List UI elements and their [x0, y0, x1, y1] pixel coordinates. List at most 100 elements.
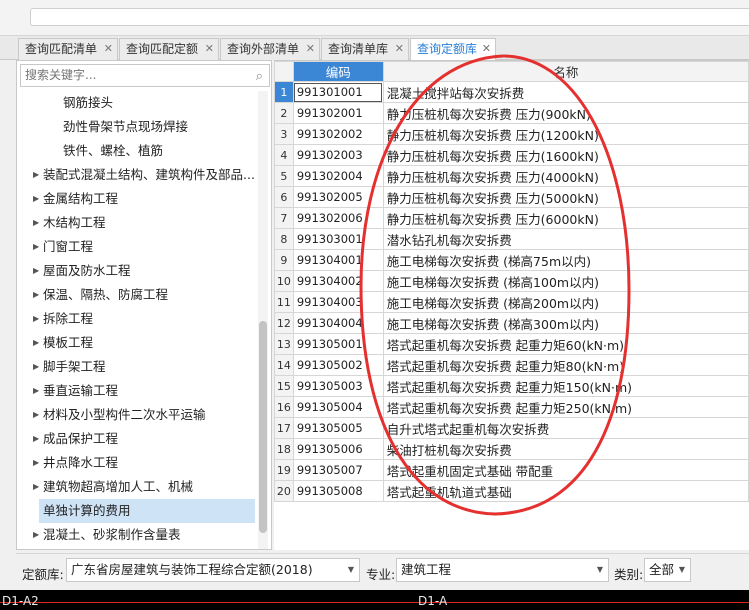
code-cell[interactable]: 991305006 [292, 438, 384, 460]
tree-node[interactable]: ▶ 保温、隔热、防腐工程 [17, 283, 257, 307]
name-cell[interactable]: 塔式起重机每次安拆费 起重力矩80(kN·m) [382, 354, 749, 376]
code-cell[interactable]: 991305002 [292, 354, 384, 376]
close-icon[interactable]: ✕ [104, 39, 113, 59]
name-cell[interactable]: 塔式起重机轨道式基础 [382, 480, 749, 502]
code-cell[interactable]: 991302001 [292, 102, 384, 124]
table-row[interactable]: 14 991305002 塔式起重机每次安拆费 起重力矩80(kN·m) [274, 354, 749, 376]
name-cell[interactable]: 静力压桩机每次安拆费 压力(900kN) [382, 102, 749, 124]
table-row[interactable]: 19 991305007 塔式起重机固定式基础 带配重 [274, 459, 749, 481]
expand-arrow-icon[interactable]: ▶ [33, 523, 39, 547]
tree-node[interactable]: ▶ 装配式混凝土结构、建筑构件及部品... [17, 163, 257, 187]
expand-arrow-icon[interactable]: ▶ [33, 427, 39, 451]
row-number-cell[interactable]: 5 [274, 165, 294, 187]
tree-node[interactable]: ▶ 成品保护工程 [17, 427, 257, 451]
name-cell[interactable]: 柴油打桩机每次安拆费 [382, 438, 749, 460]
expand-arrow-icon[interactable]: ▶ [33, 331, 39, 355]
code-cell[interactable]: 991302006 [292, 207, 384, 229]
code-cell[interactable]: 991305008 [292, 480, 384, 502]
code-cell[interactable]: 991303001 [292, 228, 384, 250]
code-cell[interactable]: 991302002 [292, 123, 384, 145]
row-number-cell[interactable]: 4 [274, 144, 294, 166]
name-cell[interactable]: 静力压桩机每次安拆费 压力(1600kN) [382, 144, 749, 166]
major-select[interactable]: 建筑工程 ▼ [396, 558, 609, 582]
tree-node[interactable]: ▶ 屋面及防水工程 [17, 259, 257, 283]
name-cell[interactable]: 静力压桩机每次安拆费 压力(5000kN) [382, 186, 749, 208]
code-cell[interactable]: 991304003 [292, 291, 384, 313]
table-row[interactable]: 17 991305005 自升式塔式起重机每次安拆费 [274, 417, 749, 439]
search-icon[interactable]: ⌕ [256, 66, 263, 87]
row-number-cell[interactable]: 7 [274, 207, 294, 229]
close-icon[interactable]: ✕ [306, 39, 315, 59]
table-row[interactable]: 2 991302001 静力压桩机每次安拆费 压力(900kN) [274, 102, 749, 124]
table-row[interactable]: 6 991302005 静力压桩机每次安拆费 压力(5000kN) [274, 186, 749, 208]
row-number-header[interactable] [274, 61, 294, 82]
tab-query-list-library[interactable]: 查询清单库 ✕ [321, 38, 409, 60]
expand-arrow-icon[interactable]: ▶ [33, 187, 39, 211]
table-row[interactable]: 11 991304003 施工电梯每次安拆费 (梯高200m以内) [274, 291, 749, 313]
row-number-cell[interactable]: 18 [274, 438, 294, 460]
name-cell[interactable]: 塔式起重机每次安拆费 起重力矩250(kN·m) [382, 396, 749, 418]
table-row[interactable]: 5 991302004 静力压桩机每次安拆费 压力(4000kN) [274, 165, 749, 187]
row-number-cell[interactable]: 1 [274, 81, 294, 103]
code-cell[interactable]: 991305001 [292, 333, 384, 355]
top-input-bar[interactable] [30, 8, 749, 26]
code-cell[interactable]: 991301001 [292, 81, 384, 103]
tree-node[interactable]: ▶ 拆除工程 [17, 307, 257, 331]
table-row[interactable]: 7 991302006 静力压桩机每次安拆费 压力(6000kN) [274, 207, 749, 229]
table-row[interactable]: 16 991305004 塔式起重机每次安拆费 起重力矩250(kN·m) [274, 396, 749, 418]
row-number-cell[interactable]: 3 [274, 123, 294, 145]
table-row[interactable]: 15 991305003 塔式起重机每次安拆费 起重力矩150(kN·m) [274, 375, 749, 397]
tree-node[interactable]: ▶ 木结构工程 [17, 211, 257, 235]
tree-node[interactable]: 劲性骨架节点现场焊接 [17, 115, 257, 139]
code-cell[interactable]: 991302003 [292, 144, 384, 166]
tree-node[interactable]: 单独计算的费用 [39, 499, 255, 523]
table-row[interactable]: 20 991305008 塔式起重机轨道式基础 [274, 480, 749, 502]
expand-arrow-icon[interactable]: ▶ [33, 259, 39, 283]
code-cell[interactable]: 991302005 [292, 186, 384, 208]
row-number-cell[interactable]: 2 [274, 102, 294, 124]
name-cell[interactable]: 混凝土搅拌站每次安拆费 [382, 81, 749, 103]
code-cell[interactable]: 991304002 [292, 270, 384, 292]
row-number-cell[interactable]: 19 [274, 459, 294, 481]
tree-node[interactable]: ▶ 模板工程 [17, 331, 257, 355]
tree-node[interactable]: ▶ 垂直运输工程 [17, 379, 257, 403]
tree-node[interactable]: 钢筋接头 [17, 91, 257, 115]
expand-arrow-icon[interactable]: ▶ [33, 283, 39, 307]
tab-query-quota-library[interactable]: 查询定额库 ✕ [410, 38, 496, 61]
tree-node[interactable]: ▶ 门窗工程 [17, 235, 257, 259]
row-number-cell[interactable]: 17 [274, 417, 294, 439]
row-number-cell[interactable]: 13 [274, 333, 294, 355]
code-cell[interactable]: 991305003 [292, 375, 384, 397]
dropdown-arrow-icon[interactable]: ▼ [679, 559, 685, 581]
name-cell[interactable]: 施工电梯每次安拆费 (梯高100m以内) [382, 270, 749, 292]
tree-node[interactable]: ▶ 材料及小型构件二次水平运输 [17, 403, 257, 427]
row-number-cell[interactable]: 12 [274, 312, 294, 334]
table-row[interactable]: 13 991305001 塔式起重机每次安拆费 起重力矩60(kN·m) [274, 333, 749, 355]
name-cell[interactable]: 潜水钻孔机每次安拆费 [382, 228, 749, 250]
name-cell[interactable]: 施工电梯每次安拆费 (梯高200m以内) [382, 291, 749, 313]
row-number-cell[interactable]: 16 [274, 396, 294, 418]
name-cell[interactable]: 静力压桩机每次安拆费 压力(1200kN) [382, 123, 749, 145]
scrollbar-thumb[interactable] [259, 321, 267, 533]
row-number-cell[interactable]: 20 [274, 480, 294, 502]
category-select[interactable]: 全部 ▼ [644, 558, 691, 582]
table-row[interactable]: 9 991304001 施工电梯每次安拆费 (梯高75m以内) [274, 249, 749, 271]
row-number-cell[interactable]: 6 [274, 186, 294, 208]
search-box[interactable]: ⌕ [20, 64, 270, 87]
tab-query-external-list[interactable]: 查询外部清单 ✕ [220, 38, 320, 60]
expand-arrow-icon[interactable]: ▶ [33, 379, 39, 403]
expand-arrow-icon[interactable]: ▶ [33, 403, 39, 427]
search-input[interactable] [25, 68, 245, 82]
expand-arrow-icon[interactable]: ▶ [33, 451, 39, 475]
name-cell[interactable]: 塔式起重机每次安拆费 起重力矩150(kN·m) [382, 375, 749, 397]
tree-node[interactable]: ▶ 脚手架工程 [17, 355, 257, 379]
close-icon[interactable]: ✕ [205, 39, 214, 59]
code-column-header[interactable]: 编码 [292, 61, 384, 82]
tree-node[interactable]: ▶ 混凝土、砂浆制作含量表 [17, 523, 257, 547]
code-cell[interactable]: 991302004 [292, 165, 384, 187]
expand-arrow-icon[interactable]: ▶ [33, 475, 39, 499]
expand-arrow-icon[interactable]: ▶ [33, 211, 39, 235]
table-row[interactable]: 4 991302003 静力压桩机每次安拆费 压力(1600kN) [274, 144, 749, 166]
row-number-cell[interactable]: 11 [274, 291, 294, 313]
row-number-cell[interactable]: 14 [274, 354, 294, 376]
